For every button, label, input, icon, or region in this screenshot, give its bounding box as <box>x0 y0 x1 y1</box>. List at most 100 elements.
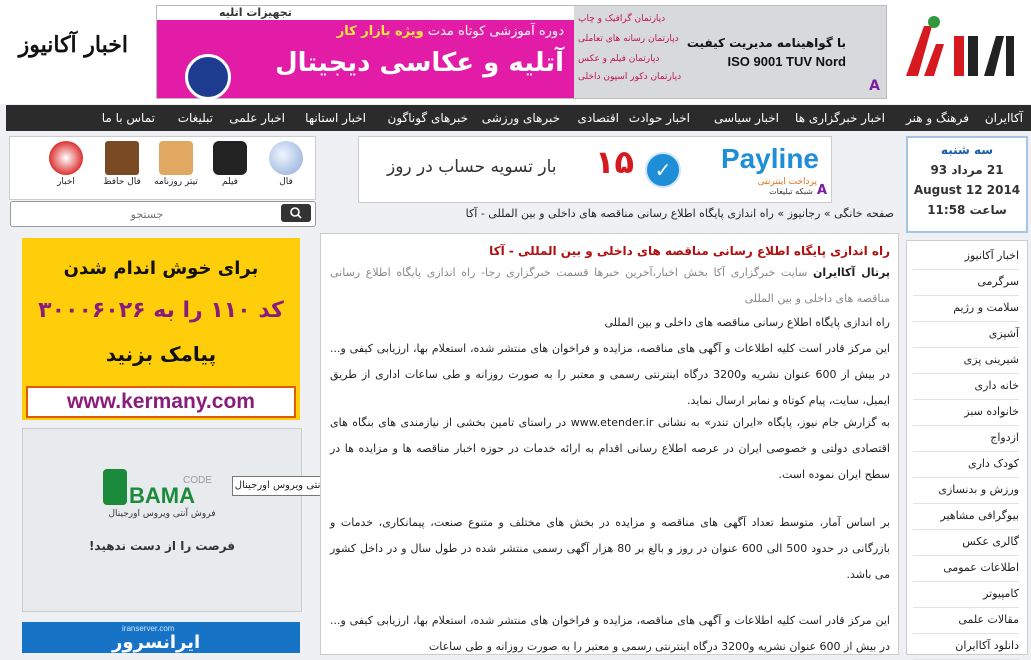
quick-link-label: فیلم <box>222 177 238 187</box>
category-item[interactable]: کامپیوتر <box>913 581 1019 608</box>
quick-link-hafez[interactable]: فال حافظ <box>100 141 144 187</box>
crystal-ball-icon <box>269 141 303 175</box>
banner-pink-panel: دوره آموزشی کوتاه مدت ویژه بازار کار آتل… <box>157 20 574 100</box>
quick-link-film[interactable]: فیلم <box>208 141 252 187</box>
category-item[interactable]: بیوگرافی مشاهیر <box>913 503 1019 530</box>
payline-badge: A <box>816 183 827 198</box>
search-button[interactable] <box>281 204 311 222</box>
category-item[interactable]: گالری عکس <box>913 529 1019 556</box>
site-logo[interactable] <box>896 6 1026 96</box>
category-item[interactable]: کودک داری <box>913 451 1019 478</box>
nav-item[interactable]: خبرهای گوناگون <box>388 105 468 131</box>
date-box: سه شنبه 21 مرداد 93 2014 August 12 ساعت … <box>906 136 1028 233</box>
quick-link-label: اخبار <box>57 177 75 187</box>
payline-brand: Payline <box>720 143 819 174</box>
quick-links-bar: فال فیلم تیتر روزنامه فال حافظ اخبار <box>9 136 316 200</box>
category-item[interactable]: اطلاعات عمومی <box>913 555 1019 582</box>
nav-item[interactable]: آکاایران <box>985 105 1023 131</box>
header: اخبار آکانیوز تجهیزات اتلیه دوره آموزشی … <box>0 0 1031 104</box>
category-item[interactable]: سرگرمی <box>913 269 1019 296</box>
banner-iso-line2: ISO 9001 TUV Nord <box>727 54 846 69</box>
main-nav: آکاایران فرهنگ و هنر اخبار خبرگزاری ها ا… <box>6 105 1031 131</box>
category-item[interactable]: خانواده سبز <box>913 399 1019 426</box>
date-time: ساعت 11:58 <box>927 203 1007 217</box>
quick-link-fal[interactable]: فال <box>264 141 308 187</box>
nav-item[interactable]: تماس با ما <box>102 105 155 131</box>
breadcrumb-current: راه اندازی پایگاه اطلاع رسانی مناقصه های… <box>465 207 774 220</box>
category-item[interactable]: سلامت و رژیم <box>913 295 1019 322</box>
quick-link-news[interactable]: اخبار <box>44 141 88 187</box>
bama-brand: BAMA <box>129 483 195 508</box>
nav-item[interactable]: اقتصادی <box>578 105 620 131</box>
quick-link-newspaper[interactable]: تیتر روزنامه <box>154 141 198 187</box>
kermany-ad[interactable]: برای خوش اندام شدن کد ۱۱۰ را به ۳۰۰۰۶۰۲۶… <box>22 238 300 420</box>
nav-item[interactable]: فرهنگ و هنر <box>906 105 969 131</box>
tooltip: آنتی ویروس اورجینال <box>232 476 326 496</box>
category-item[interactable]: اخبار آکانیوز <box>913 243 1019 270</box>
date-weekday: سه شنبه <box>940 143 994 157</box>
category-item[interactable]: ورزش و بدنسازی <box>913 477 1019 504</box>
bama-ad[interactable]: CODE BAMA فروش آنتی ویروس اورجینال فرصت … <box>22 428 302 612</box>
article-paragraph: این مرکز قادر است کلیه اطلاعات و آگهی ها… <box>330 342 890 407</box>
breadcrumb-sep: » <box>777 207 785 220</box>
site-title-logo[interactable]: اخبار آکانیوز <box>10 6 150 96</box>
banner-headline-big: آتلیه و عکاسی دیجیتال <box>275 48 564 78</box>
banner-badge: A <box>869 78 880 94</box>
article-body: راه اندازی پایگاه اطلاع رسانی مناقصه های… <box>320 233 899 655</box>
payline-sub: پرداخت اینترنتی <box>757 177 817 187</box>
search-input[interactable] <box>15 204 279 224</box>
kermany-url: www.kermany.com <box>26 386 296 418</box>
search-icon <box>290 207 302 219</box>
page: اخبار آکانیوز تجهیزات اتلیه دوره آموزشی … <box>0 0 1031 660</box>
nav-item[interactable]: اخبار سیاسی <box>714 105 779 131</box>
iranserver-ad[interactable]: iranserver.com ایرانسرور <box>22 622 300 653</box>
kermany-line3: پیامک بزنید <box>105 342 217 366</box>
check-icon: ✓ <box>645 152 681 188</box>
search-box <box>10 201 316 227</box>
quick-link-label: تیتر روزنامه <box>154 177 198 187</box>
category-item[interactable]: خانه داری <box>913 373 1019 400</box>
category-item[interactable]: شیرینی پزی <box>913 347 1019 374</box>
breadcrumb: صفحه خانگی » رجانیوز » راه اندازی پایگاه… <box>330 207 894 223</box>
film-reel-icon <box>213 141 247 175</box>
article-paragraph: این مرکز قادر است کلیه اطلاعات و آگهی ها… <box>330 614 890 653</box>
category-item[interactable]: مقالات علمی <box>913 607 1019 634</box>
nav-item[interactable]: خبرهای ورزشی <box>482 105 560 131</box>
nav-item[interactable]: اخبار خبرگزاری ها <box>795 105 885 131</box>
bama-sub: فروش آنتی ویروس اورجینال <box>108 509 216 519</box>
article-lead: پرتال آکاایران سایت خبرگزاری آکا بخش اخب… <box>330 260 890 312</box>
newspaper-icon <box>159 141 193 175</box>
lead-text: سایت خبرگزاری آکا بخش اخبار،آخرین خبرها … <box>330 266 890 305</box>
hafez-book-icon <box>105 141 139 175</box>
breadcrumb-home[interactable]: صفحه خانگی <box>834 207 894 220</box>
bama-cta: فرصت را از دست ندهید! <box>88 539 236 553</box>
header-banner-ad[interactable]: تجهیزات اتلیه دوره آموزشی کوتاه مدت ویژه… <box>156 5 887 100</box>
category-item[interactable]: ازدواج <box>913 425 1019 452</box>
article-paragraph: راه اندازی پایگاه اطلاع رسانی مناقصه های… <box>604 316 890 329</box>
banner-iso-line1: با گواهینامه مدیریت کیفیت <box>686 36 846 50</box>
banner-headline-small: دوره آموزشی کوتاه مدت ویژه بازار کار <box>337 24 564 39</box>
kermany-line1: برای خوش اندام شدن <box>63 258 259 279</box>
article-paragraph: بر اساس آمار، متوسط تعداد آگهی های مناقص… <box>330 516 890 581</box>
nav-item[interactable]: اخبار استانها <box>305 105 366 131</box>
banner-dept-4: دپارتمان دکور اسپون داخلی <box>578 72 682 82</box>
breadcrumb-category[interactable]: رجانیوز <box>788 207 821 220</box>
banner-dept-2: دپارتمان رسانه های تعاملی <box>578 34 679 44</box>
banner-grey-panel: دپارتمان گرافیک و چاپ دپارتمان رسانه های… <box>574 6 886 98</box>
kermany-line2: کد ۱۱۰ را به ۳۰۰۰۶۰۲۶ <box>38 298 284 323</box>
quick-link-label: فال حافظ <box>103 177 141 187</box>
payline-network: شبکه تبلیغات <box>769 187 813 196</box>
nav-item[interactable]: اخبار حوادث <box>629 105 690 131</box>
nav-item[interactable]: اخبار علمی <box>229 105 285 131</box>
category-list: اخبار آکانیوز سرگرمی سلامت و رژیم آشپزی … <box>906 240 1028 660</box>
site-title: اخبار آکانیوز <box>18 32 128 58</box>
portal-label[interactable]: پرتال آکاایران <box>813 266 890 279</box>
category-item[interactable]: دانلود آکاایران <box>913 633 1019 660</box>
payline-num: ۱۵ <box>595 143 635 181</box>
category-item[interactable]: آشپزی <box>913 321 1019 348</box>
bama-logo-icon <box>103 469 127 505</box>
nav-item[interactable]: تبلیغات <box>178 105 213 131</box>
payline-ad[interactable]: Payline پرداخت اینترنتی شبکه تبلیغات A ✓… <box>358 136 832 203</box>
payline-text: بار تسویه حساب در روز <box>387 157 557 177</box>
article-title[interactable]: راه اندازی پایگاه اطلاع رسانی مناقصه های… <box>330 244 890 258</box>
